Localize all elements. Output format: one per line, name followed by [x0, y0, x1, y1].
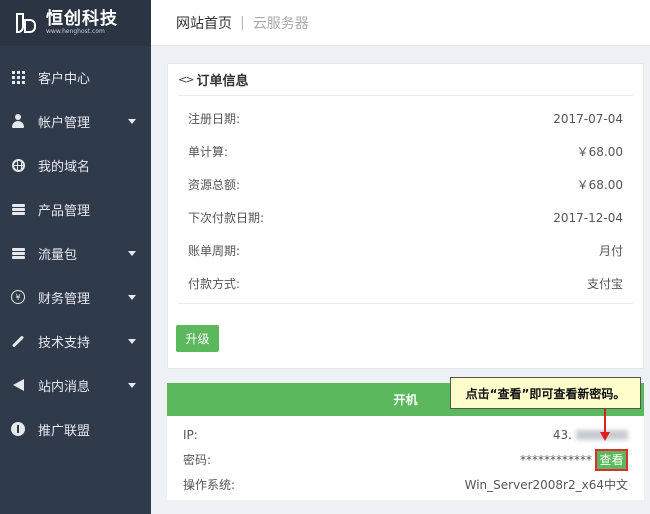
- divider: [178, 303, 633, 304]
- user-icon: [11, 114, 25, 128]
- order-details: 注册日期: 2017-07-04 单计算: ￥68.00 资源总额: ￥68.0…: [168, 96, 643, 300]
- caret-down-icon: [128, 250, 136, 256]
- row-value: 2017-12-04: [553, 210, 623, 225]
- caret-down-icon: [128, 118, 136, 124]
- sidebar-item-label: 我的域名: [38, 159, 91, 175]
- row-label: IP:: [183, 427, 198, 442]
- pencil-icon: [11, 334, 25, 348]
- server-icon: [11, 202, 25, 216]
- server-row-os: 操作系统: Win_Server2008r2_x64中文: [183, 472, 628, 497]
- sidebar-item-domains[interactable]: 我的域名: [0, 143, 151, 187]
- logo-icon: [14, 11, 40, 35]
- row-label: 资源总额:: [188, 178, 241, 192]
- row-label: 注册日期:: [188, 112, 241, 126]
- sidebar-item-affiliate[interactable]: 推广联盟: [0, 407, 151, 451]
- breadcrumb: 网站首页 | 云服务器: [151, 0, 650, 46]
- ip-text: 43.: [552, 427, 572, 442]
- globe-icon: [11, 158, 25, 172]
- brand-url: www.henghost.com: [46, 28, 105, 35]
- sidebar-item-products[interactable]: 产品管理: [0, 187, 151, 231]
- grid-icon: [11, 70, 25, 84]
- caret-down-icon: [128, 382, 136, 388]
- sidebar-item-label: 财务管理: [38, 291, 91, 307]
- order-row-total: 资源总额: ￥68.00: [188, 168, 623, 201]
- sidebar-item-account[interactable]: 帐户管理: [0, 99, 151, 143]
- order-row-billing-cycle: 账单周期: 月付: [188, 234, 623, 267]
- row-label: 下次付款日期:: [188, 211, 265, 225]
- server-icon: [11, 246, 25, 260]
- sidebar-item-finance[interactable]: ¥ 财务管理: [0, 275, 151, 319]
- row-label: 账单周期:: [188, 244, 241, 258]
- upgrade-button[interactable]: 升级: [176, 325, 219, 352]
- os-value: Win_Server2008r2_x64中文: [464, 478, 628, 492]
- order-info-title: 订单信息: [196, 74, 249, 89]
- breadcrumb-separator: |: [240, 14, 245, 31]
- sidebar-item-label: 帐户管理: [38, 115, 91, 131]
- row-value: ￥68.00: [576, 178, 623, 192]
- masked-password: ************: [520, 452, 592, 467]
- order-row-payment-method: 付款方式: 支付宝: [188, 267, 623, 300]
- sidebar-item-customer-center[interactable]: 客户中心: [0, 55, 151, 99]
- row-label: 付款方式:: [188, 277, 241, 291]
- row-label: 操作系统:: [183, 478, 236, 492]
- row-value: 2017-07-04: [553, 111, 623, 126]
- breadcrumb-home-link[interactable]: 网站首页: [176, 13, 232, 33]
- brand-logo[interactable]: 恒创科技 www.henghost.com: [0, 0, 151, 46]
- sidebar-item-label: 客户中心: [38, 71, 91, 87]
- row-value: 支付宝: [586, 277, 623, 291]
- annotation-callout: 点击“查看”即可查看新密码。: [450, 377, 641, 409]
- caret-down-icon: [128, 294, 136, 300]
- order-row-next-payment: 下次付款日期: 2017-12-04: [188, 201, 623, 234]
- caret-down-icon: [128, 338, 136, 344]
- row-value: ￥68.00: [576, 145, 623, 159]
- server-row-password: 密码: ************ 查看: [183, 447, 628, 472]
- brand-name: 恒创科技: [46, 9, 118, 29]
- ip-value: 43.: [553, 428, 628, 442]
- sidebar-item-label: 站内消息: [38, 379, 91, 395]
- sidebar-item-label: 流量包: [38, 247, 78, 263]
- order-info-card: <> 订单信息 注册日期: 2017-07-04 单计算: ￥68.00 资源总…: [167, 63, 644, 369]
- sidebar-item-traffic[interactable]: 流量包: [0, 231, 151, 275]
- sidebar-nav: 客户中心 帐户管理 我的域名 产品管理 流量包 ¥ 财务管理 技术支持 站内消息…: [0, 55, 151, 451]
- order-row-register-date: 注册日期: 2017-07-04: [188, 102, 623, 135]
- arrow-down-icon: [600, 432, 610, 441]
- yen-icon: ¥: [11, 290, 25, 304]
- server-details: IP: 43. 密码: ************ 查看 操作系统: Win_Se…: [167, 416, 644, 497]
- row-value: 月付: [598, 244, 623, 258]
- view-password-button[interactable]: 查看: [595, 448, 628, 471]
- share-icon: [11, 422, 25, 436]
- row-label: 单计算:: [188, 145, 229, 159]
- server-row-ip: IP: 43.: [183, 422, 628, 447]
- row-label: 密码:: [183, 453, 212, 467]
- sidebar-item-messages[interactable]: 站内消息: [0, 363, 151, 407]
- breadcrumb-current: 云服务器: [252, 15, 309, 32]
- sidebar: 恒创科技 www.henghost.com 客户中心 帐户管理 我的域名 产品管…: [0, 0, 151, 514]
- sidebar-item-label: 技术支持: [38, 335, 91, 351]
- code-icon: <>: [178, 73, 195, 86]
- order-row-unit-price: 单计算: ￥68.00: [188, 135, 623, 168]
- sidebar-item-label: 产品管理: [38, 203, 91, 219]
- password-value: ************ 查看: [520, 448, 628, 471]
- order-info-header: <> 订单信息: [178, 64, 633, 96]
- bullhorn-icon: [11, 378, 25, 392]
- sidebar-item-support[interactable]: 技术支持: [0, 319, 151, 363]
- sidebar-item-label: 推广联盟: [38, 423, 91, 439]
